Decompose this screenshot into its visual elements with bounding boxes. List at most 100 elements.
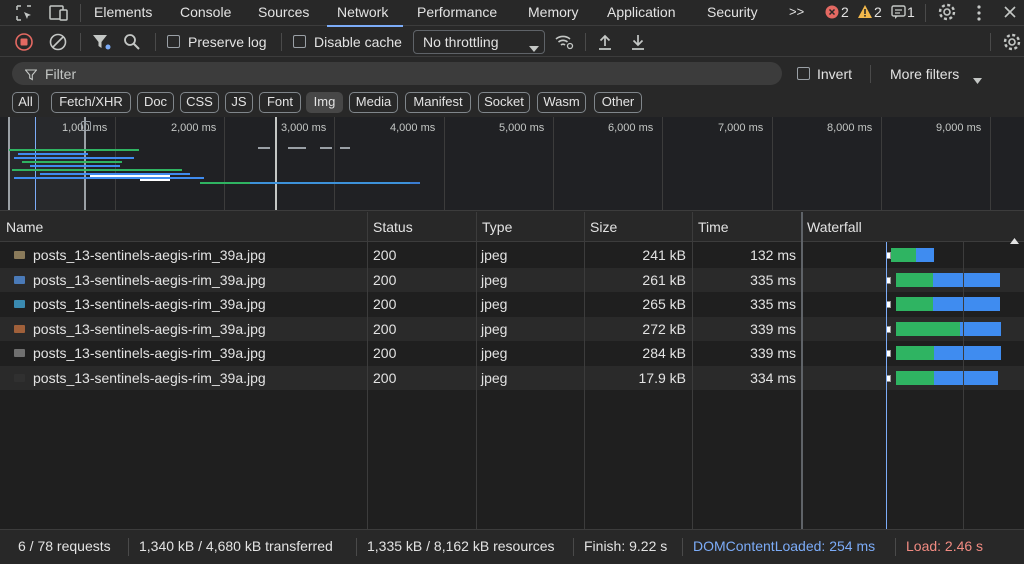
network-overview-timeline[interactable]: 1,000 ms 2,000 ms 3,000 ms 4,000 ms 5,00… [0, 117, 1024, 211]
filter-chip-socket[interactable]: Socket [478, 92, 530, 113]
overview-request-bar [140, 179, 170, 181]
tabbar-divider-2 [925, 4, 926, 22]
device-toolbar-icon[interactable] [48, 3, 70, 23]
filter-chip-all[interactable]: All [12, 92, 39, 113]
image-thumbnail-icon [14, 251, 25, 259]
column-header-waterfall[interactable]: Waterfall [801, 212, 1024, 244]
more-filters-button[interactable]: More filters [890, 66, 959, 82]
table-row[interactable]: posts_13-sentinels-aegis-rim_39a.jpg 200 j… [0, 292, 1024, 316]
disable-cache-label: Disable cache [314, 34, 402, 50]
waterfall-waiting-segment [891, 248, 916, 262]
table-row[interactable]: posts_13-sentinels-aegis-rim_39a.jpg 200 j… [0, 341, 1024, 365]
table-row[interactable]: posts_13-sentinels-aegis-rim_39a.jpg 200 j… [0, 316, 1024, 341]
filter-chip-css[interactable]: CSS [180, 92, 219, 113]
filter-input[interactable]: Filter [12, 62, 782, 85]
filter-chip-media[interactable]: Media [349, 92, 398, 113]
request-time: 334 ms [750, 369, 796, 386]
waterfall-download-segment [960, 321, 1001, 336]
overview-request-bar [9, 149, 139, 151]
throttling-value: No throttling [423, 34, 499, 50]
column-separator[interactable] [476, 212, 477, 529]
request-name: posts_13-sentinels-aegis-rim_39a.jpg [33, 296, 266, 312]
column-header-status[interactable]: Status [367, 212, 476, 242]
transferred-size: 1,340 kB / 4,680 kB transferred [139, 538, 333, 554]
column-header-type[interactable]: Type [476, 212, 584, 242]
image-thumbnail-icon [14, 349, 25, 357]
overview-request-bar [22, 161, 122, 163]
request-status: 200 [373, 296, 397, 312]
load-marker [275, 117, 277, 210]
close-icon[interactable] [1003, 5, 1017, 19]
tab-application[interactable]: Application [607, 0, 676, 26]
request-time: 335 ms [750, 271, 796, 288]
request-type: jpeg [481, 345, 508, 361]
tab-elements[interactable]: Elements [94, 0, 152, 26]
record-stop-icon[interactable] [15, 33, 33, 51]
export-har-icon[interactable] [630, 33, 646, 51]
clear-icon[interactable] [49, 33, 67, 51]
filter-chip-doc[interactable]: Doc [137, 92, 174, 113]
tab-console[interactable]: Console [180, 0, 231, 26]
filter-funnel-small-icon [24, 68, 38, 81]
tab-memory[interactable]: Memory [528, 0, 579, 26]
filter-chip-other[interactable]: Other [594, 92, 642, 113]
tab-network[interactable]: Network [327, 0, 403, 27]
overview-request-bar [320, 147, 332, 149]
filter-funnel-icon[interactable] [92, 33, 112, 51]
table-row[interactable]: posts_13-sentinels-aegis-rim_39a.jpg 200 j… [0, 365, 1024, 390]
overview-resize-handle[interactable] [81, 121, 91, 131]
status-divider [128, 538, 129, 556]
disable-cache-checkbox[interactable] [293, 35, 306, 48]
status-divider [682, 538, 683, 556]
import-har-icon[interactable] [597, 33, 613, 51]
inspect-element-icon[interactable] [14, 3, 34, 23]
filter-divider [870, 65, 871, 83]
throttling-select[interactable]: No throttling [413, 30, 545, 54]
warning-icon[interactable] [857, 4, 873, 19]
filter-chip-font[interactable]: Font [259, 92, 301, 113]
filter-chip-wasm[interactable]: Wasm [537, 92, 586, 113]
settings-gear-icon[interactable] [937, 2, 957, 22]
column-header-size[interactable]: Size [584, 212, 692, 242]
filter-chip-img[interactable]: Img [306, 92, 343, 113]
overview-gridline [444, 117, 445, 210]
filter-chip-js[interactable]: JS [225, 92, 253, 113]
column-separator[interactable] [584, 212, 585, 529]
invert-checkbox[interactable] [797, 67, 810, 80]
more-tabs-button[interactable]: >> [789, 0, 804, 26]
request-status: 200 [373, 345, 397, 361]
overview-tick-label: 3,000 ms [281, 122, 327, 134]
column-separator[interactable] [367, 212, 368, 529]
column-header-time[interactable]: Time [692, 212, 801, 242]
preserve-log-checkbox[interactable] [167, 35, 180, 48]
tab-performance[interactable]: Performance [417, 0, 497, 26]
message-icon[interactable] [891, 5, 906, 19]
request-size: 241 kB [642, 247, 686, 263]
search-icon[interactable] [123, 33, 141, 51]
filter-chip-fetch-xhr[interactable]: Fetch/XHR [51, 92, 131, 113]
network-conditions-icon[interactable] [554, 33, 574, 51]
tab-sources[interactable]: Sources [258, 0, 309, 26]
network-settings-gear-icon[interactable] [1002, 32, 1022, 52]
column-header-name[interactable]: Name [0, 212, 367, 242]
overview-request-bar [18, 153, 88, 155]
request-name: posts_13-sentinels-aegis-rim_39a.jpg [33, 345, 266, 361]
request-name: posts_13-sentinels-aegis-rim_39a.jpg [33, 271, 266, 288]
error-icon[interactable] [825, 5, 839, 19]
waterfall-gridline [963, 242, 964, 529]
overview-gridline [224, 117, 225, 210]
waterfall-download-segment [934, 370, 998, 385]
waterfall-waiting-segment [896, 321, 960, 336]
filter-chip-manifest[interactable]: Manifest [405, 92, 471, 113]
warning-count: 2 [874, 4, 882, 20]
request-name: posts_13-sentinels-aegis-rim_39a.jpg [33, 369, 266, 386]
column-separator[interactable] [692, 212, 693, 529]
more-options-icon[interactable] [975, 4, 983, 22]
column-separator[interactable] [801, 212, 803, 529]
tab-security[interactable]: Security [707, 0, 758, 26]
table-row[interactable]: posts_13-sentinels-aegis-rim_39a.jpg 200 j… [0, 267, 1024, 292]
resource-type-filters: All Fetch/XHR Doc CSS JS Font Img Media … [0, 90, 1024, 116]
overview-selection-window[interactable] [8, 117, 86, 210]
table-row[interactable]: posts_13-sentinels-aegis-rim_39a.jpg 200 j… [0, 243, 1024, 267]
request-size: 17.9 kB [638, 369, 686, 386]
